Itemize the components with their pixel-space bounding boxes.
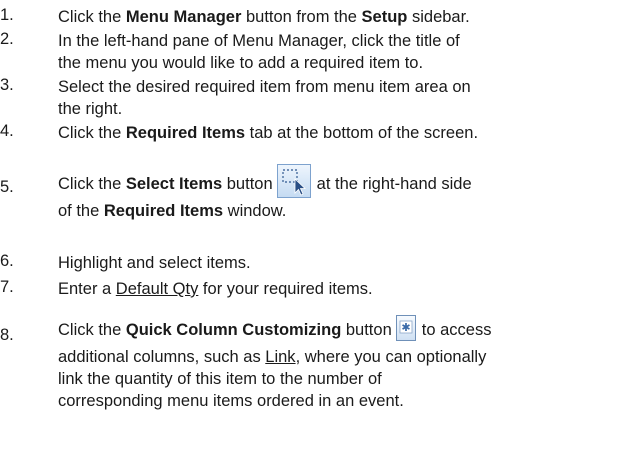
text-run: tab at the bottom of the screen. bbox=[245, 124, 479, 142]
text-run: Click the bbox=[58, 124, 126, 142]
text-line: corresponding menu items ordered in an e… bbox=[58, 392, 404, 410]
step-text: Click the Quick Column Customizing butto… bbox=[58, 312, 628, 412]
text-run: for your required items. bbox=[198, 280, 373, 298]
step-number: 2. bbox=[0, 30, 14, 48]
text-run: button from the bbox=[241, 8, 362, 26]
text-run: at the right-hand side bbox=[316, 175, 472, 193]
text-run: sidebar. bbox=[407, 8, 470, 26]
text-line: In the left-hand pane of Menu Manager, c… bbox=[58, 32, 460, 50]
text-run: Click the bbox=[58, 8, 126, 26]
bold-term: Setup bbox=[361, 8, 408, 26]
text-run: additional columns, such as bbox=[58, 348, 266, 366]
text-line: Select the desired required item from me… bbox=[58, 78, 471, 96]
text-run: button bbox=[341, 321, 392, 339]
step-text: Click the Menu Manager button from the S… bbox=[58, 6, 628, 28]
text-line: the menu you would like to add a require… bbox=[58, 54, 424, 72]
step-number: 6. bbox=[0, 252, 14, 270]
step-number: 5. bbox=[0, 178, 14, 196]
step-number: 7. bbox=[0, 278, 14, 296]
step-number: 1. bbox=[0, 6, 14, 24]
underlined-term: Link bbox=[265, 348, 296, 366]
text-run: to access bbox=[421, 321, 492, 339]
text-run: window. bbox=[223, 202, 287, 220]
step-text: Highlight and select items. bbox=[58, 252, 628, 274]
text-run: button bbox=[222, 175, 273, 193]
text-run: Click the bbox=[58, 321, 126, 339]
text-run: Enter a bbox=[58, 280, 116, 298]
text-line: the right. bbox=[58, 100, 123, 118]
text-run: , where you can optionally bbox=[295, 348, 487, 366]
text-line: Highlight and select items. bbox=[58, 254, 251, 272]
quick-column-customizing-icon: ✱ bbox=[395, 315, 416, 341]
bold-term: Quick Column Customizing bbox=[125, 321, 342, 339]
underlined-term: Default Qty bbox=[115, 280, 199, 298]
step-text: Click the Required Items tab at the bott… bbox=[58, 122, 628, 144]
step-text: In the left-hand pane of Menu Manager, c… bbox=[58, 30, 628, 74]
svg-text:✱: ✱ bbox=[401, 321, 410, 334]
step-number: 4. bbox=[0, 122, 14, 140]
select-items-icon bbox=[276, 164, 311, 198]
text-line: link the quantity of this item to the nu… bbox=[58, 370, 382, 388]
text-run: Click the bbox=[58, 175, 126, 193]
step-number: 8. bbox=[0, 326, 14, 344]
instructions-document: 1. Click the Menu Manager button from th… bbox=[0, 0, 630, 466]
step-text: Select the desired required item from me… bbox=[58, 76, 628, 120]
bold-term: Required Items bbox=[125, 124, 246, 142]
bold-term: Menu Manager bbox=[125, 8, 242, 26]
bold-term: Required Items bbox=[103, 202, 224, 220]
step-number: 3. bbox=[0, 76, 14, 94]
text-run: of the bbox=[58, 202, 104, 220]
bold-term: Select Items bbox=[125, 175, 223, 193]
step-text: Enter a Default Qty for your required it… bbox=[58, 278, 628, 300]
step-text: Click the Select Items button at the righ… bbox=[58, 160, 628, 222]
